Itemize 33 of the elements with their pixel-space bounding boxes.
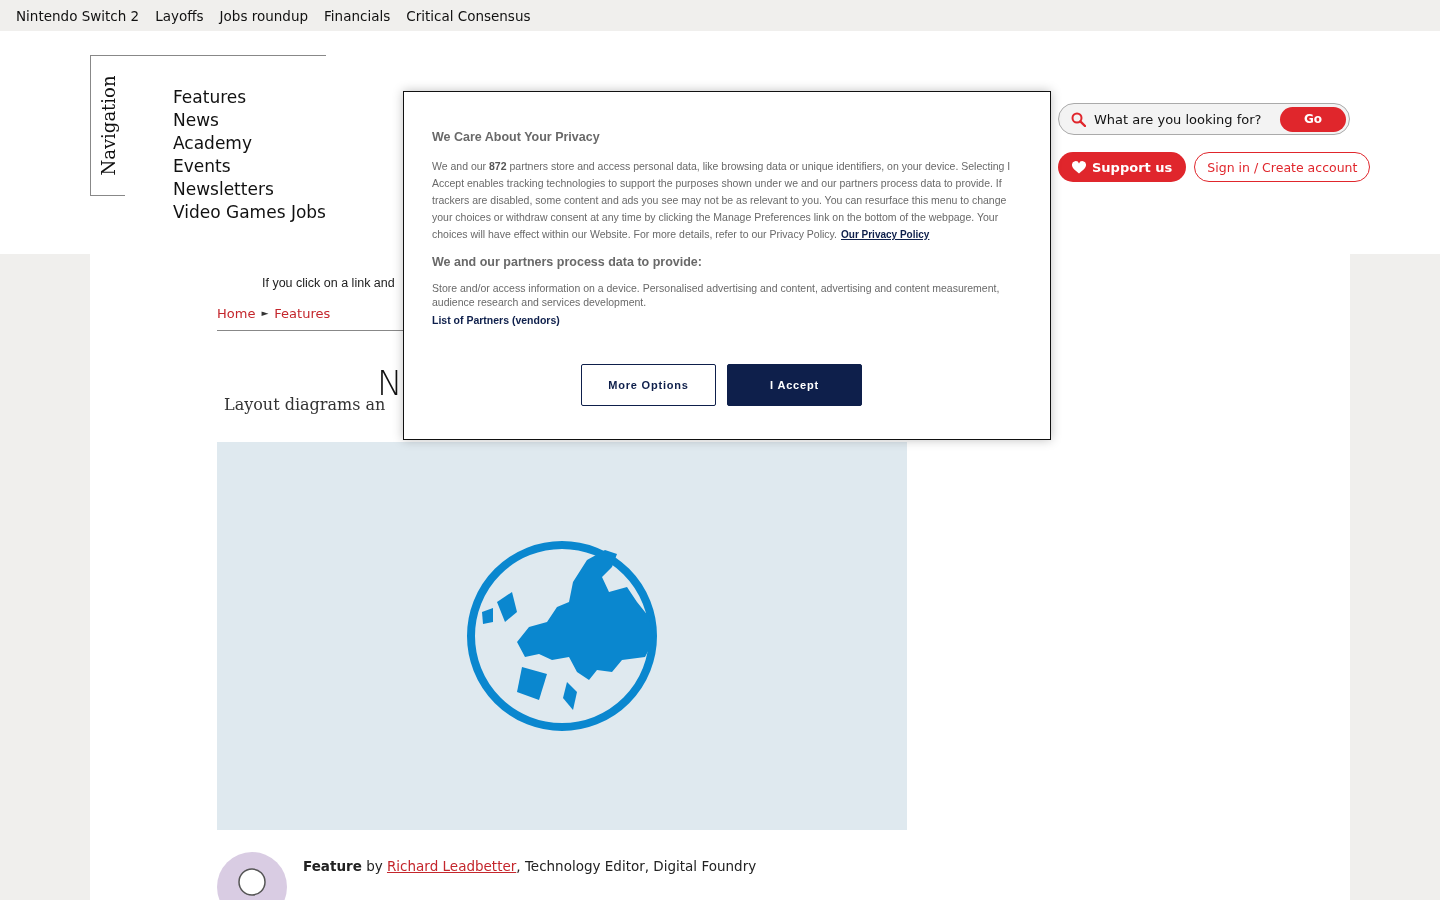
- go-button[interactable]: Go: [1280, 106, 1346, 132]
- topic-link[interactable]: Layoffs: [155, 7, 204, 24]
- byline: Feature by Richard Leadbetter, Technology Editor, Digital Foundry: [303, 858, 757, 874]
- nav-link[interactable]: Video Games Jobs: [173, 201, 326, 224]
- heart-icon: [1072, 160, 1086, 174]
- support-button[interactable]: Support us: [1058, 152, 1187, 182]
- search-icon: [1071, 111, 1086, 127]
- nav-link[interactable]: News: [173, 109, 326, 132]
- search-field[interactable]: What are you looking for? Go: [1058, 103, 1350, 135]
- topic-link[interactable]: Jobs roundup: [219, 7, 309, 24]
- nav-link[interactable]: Features: [173, 86, 326, 109]
- breadcrumb-separator: ►: [261, 308, 269, 318]
- nav-link[interactable]: Events: [173, 155, 326, 178]
- purposes-text: Store and/or access information on a device. Personalised advertising and content, advertising and content measurement, audience research and services development.: [432, 281, 1001, 309]
- nav-link[interactable]: Newsletters: [173, 178, 326, 201]
- sign-in-button[interactable]: Sign in / Create account: [1194, 152, 1371, 182]
- topic-link[interactable]: Critical Consensus: [406, 7, 531, 24]
- dialog-subtitle: We and our partners process data to provide:: [432, 255, 703, 269]
- topic-link[interactable]: Nintendo Switch 2: [16, 7, 140, 24]
- dialog-title: We Care About Your Privacy: [432, 130, 601, 144]
- partners-link[interactable]: List of Partners (vendors): [432, 314, 560, 326]
- author-link[interactable]: Richard Leadbetter: [387, 858, 517, 874]
- breadcrumb-link[interactable]: Features: [274, 305, 331, 321]
- breadcrumb-link[interactable]: Home: [217, 305, 256, 321]
- privacy-policy-link[interactable]: Our Privacy Policy: [841, 229, 930, 240]
- consent-text: We and our 872 partners store and access personal data, like browsing data or unique identifiers, on your device. Selecting I Accept enables tracking technologies to support the purposes shown under we and our partners process data to provide. If trackers are disabled, some content and ads you see may not be as relevant to you. You can resurface this menu to change your choices or withdraw consent at any time by clicking the Manage Preferences link on the bottom of the webpage. Your choices will have effect within our Website. For more details, refer to our Privacy Policy. Our Privacy Policy: [432, 159, 1012, 242]
- accept-button[interactable]: I Accept: [727, 364, 862, 406]
- navigation-label: Navigation: [90, 55, 125, 196]
- affiliate-notice: If you click on a link and: [262, 276, 395, 290]
- subheadline: Layout diagrams an: [224, 395, 386, 414]
- nav-link[interactable]: Academy: [173, 132, 326, 155]
- topic-link[interactable]: Financials: [324, 7, 391, 24]
- options-button[interactable]: More Options: [581, 364, 716, 406]
